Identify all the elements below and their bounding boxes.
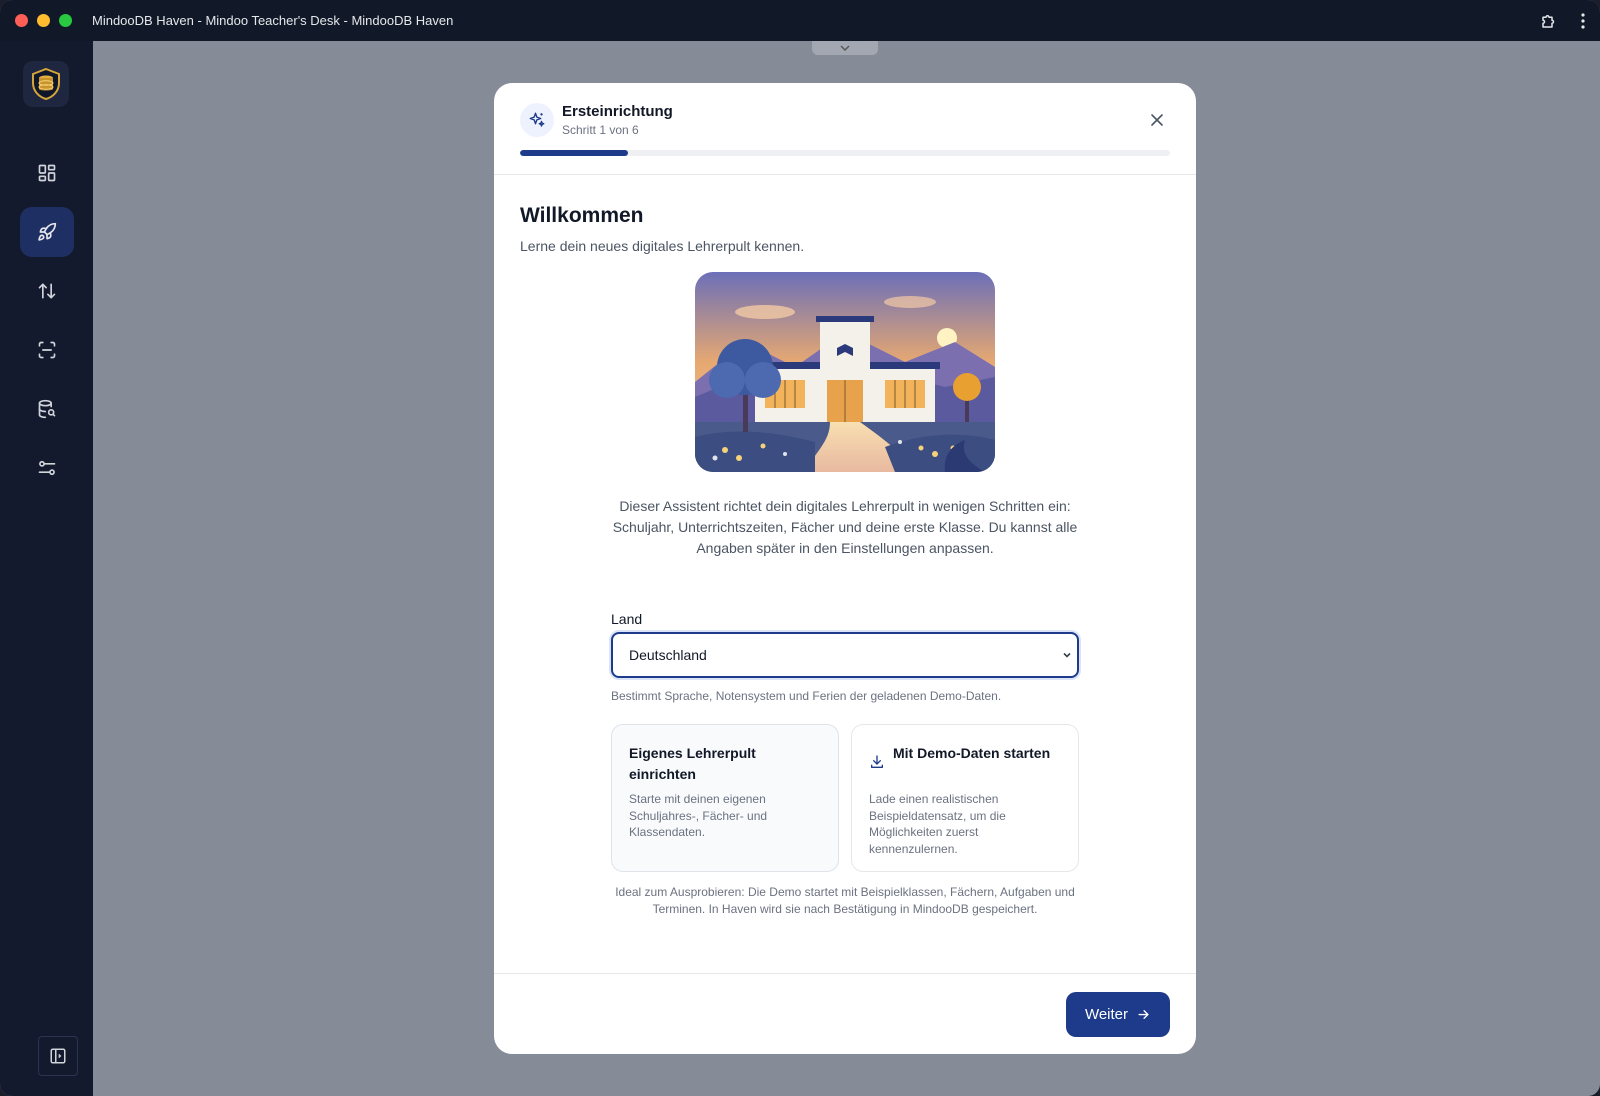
titlebar-actions [1540,0,1586,41]
sidebar-item-sync[interactable] [20,266,74,316]
dialog-header: Ersteinrichtung Schritt 1 von 6 [494,83,1196,175]
rocket-icon [38,222,57,241]
pull-down-handle[interactable] [812,41,878,55]
sidebar-item-settings[interactable] [20,443,74,493]
step-indicator: Schritt 1 von 6 [562,123,639,137]
country-hint: Bestimmt Sprache, Notensystem und Ferien… [611,689,1002,703]
sidebar-item-scan[interactable] [20,325,74,375]
country-select-value: Deutschland [629,647,707,663]
option-own-desk-title: Eigenes Lehrerpult einrichten [629,745,756,782]
extension-icon[interactable] [1540,12,1558,30]
option-own-desk[interactable]: Eigenes Lehrerpult einrichten Starte mit… [611,724,839,872]
shield-logo-icon [32,67,60,101]
chevron-down-icon [1061,648,1073,664]
welcome-heading: Willkommen [520,204,644,227]
settings-sliders-icon [38,460,56,476]
sidebar-item-database[interactable] [20,384,74,434]
sparkles-icon [520,103,554,137]
panel-toggle-icon [50,1048,66,1064]
arrow-right-icon [1138,1010,1149,1019]
next-button-label: Weiter [1084,1006,1129,1023]
title-bar: MindooDB Haven - Mindoo Teacher's Desk -… [0,0,1600,41]
dialog-title: Ersteinrichtung [562,103,673,120]
country-select[interactable]: Deutschland [611,632,1079,678]
window-controls [15,14,72,27]
close-dialog-button[interactable] [1146,109,1168,131]
minimize-window-button[interactable] [37,14,50,27]
intro-text: Dieser Assistent richtet dein digitales … [612,498,1078,556]
close-window-button[interactable] [15,14,28,27]
sort-arrows-icon [38,283,56,299]
demo-note: Ideal zum Ausprobieren: Die Demo startet… [615,885,1075,916]
app-window: MindooDB Haven - Mindoo Teacher's Desk -… [0,0,1600,1096]
sidebar [0,41,93,1096]
school-illustration [695,272,995,472]
database-search-icon [38,399,56,419]
option-demo-data-description: Lade einen realistischen Beispieldatensa… [869,792,1006,856]
dialog-footer: Weiter [494,973,1196,1054]
sidebar-item-dashboard[interactable] [20,148,74,198]
option-demo-data-title: Mit Demo-Daten starten [893,745,1051,761]
scan-icon [38,341,56,359]
welcome-subtitle: Lerne dein neues digitales Lehrerpult ke… [520,238,805,254]
dialog-body: Willkommen Lerne dein neues digitales Le… [494,176,1196,973]
download-icon [869,754,885,775]
setup-wizard-dialog: Ersteinrichtung Schritt 1 von 6 Willkomm… [494,83,1196,1054]
app-logo[interactable] [23,61,69,107]
country-label: Land [611,611,643,627]
sidebar-item-setup[interactable] [20,207,74,257]
option-own-desk-description: Starte mit deinen eigenen Schuljahres-, … [629,792,768,839]
next-button[interactable]: Weiter [1066,992,1170,1037]
window-title: MindooDB Haven - Mindoo Teacher's Desk -… [92,13,454,28]
maximize-window-button[interactable] [59,14,72,27]
close-icon [1151,114,1163,126]
progress-bar-fill [520,150,629,156]
sidebar-toggle-button[interactable] [38,1036,78,1076]
progress-bar [520,150,1170,156]
option-demo-data[interactable]: Mit Demo-Daten starten Lade einen realis… [851,724,1079,872]
more-menu-icon[interactable] [1580,12,1586,30]
dashboard-icon [38,164,56,182]
chevron-down-icon [840,45,850,51]
